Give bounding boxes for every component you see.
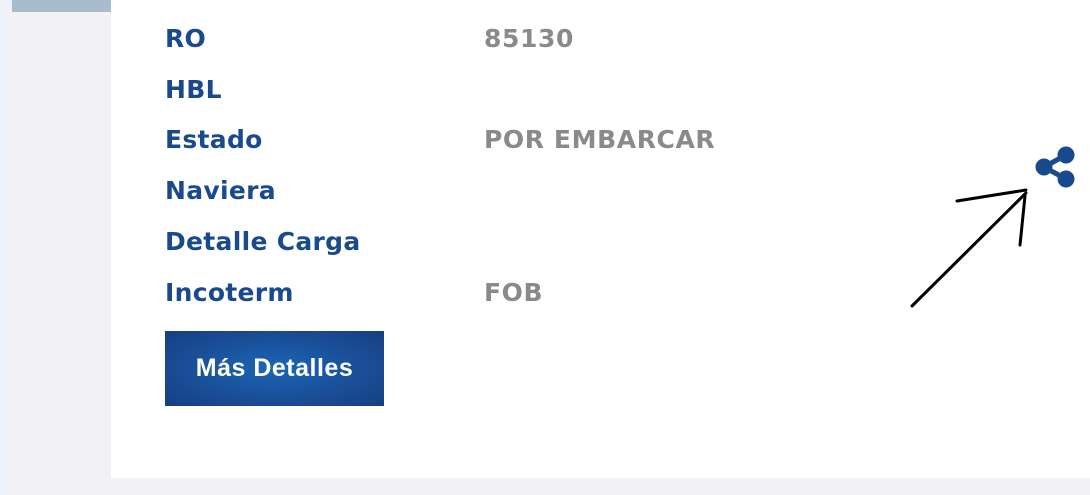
annotation-arrow-icon [910,188,1028,308]
